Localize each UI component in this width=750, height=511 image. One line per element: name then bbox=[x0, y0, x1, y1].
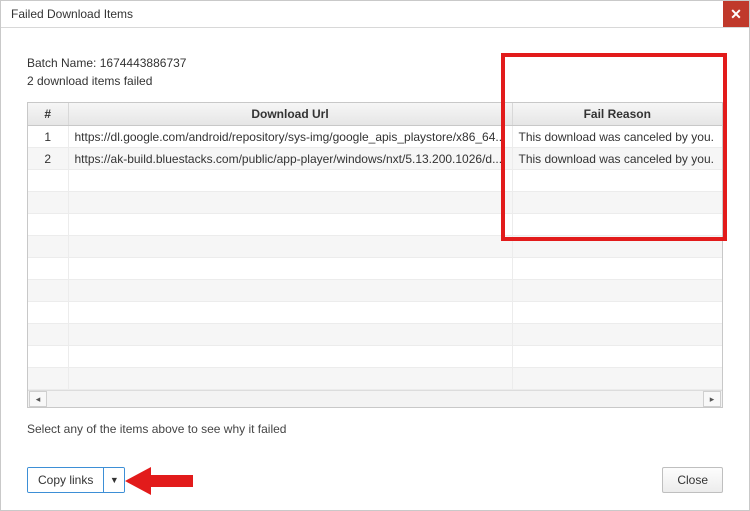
cell-reason: This download was canceled by you. bbox=[512, 126, 722, 148]
dialog-footer: Copy links ▼ Close bbox=[1, 450, 749, 510]
failed-download-dialog: Failed Download Items ✕ Batch Name: 1674… bbox=[0, 0, 750, 511]
batch-name-line: Batch Name: 1674443886737 bbox=[27, 54, 723, 72]
col-header-url[interactable]: Download Url bbox=[68, 103, 512, 126]
scroll-left-button[interactable]: ◂ bbox=[29, 391, 47, 407]
chevron-right-icon: ▸ bbox=[710, 394, 715, 405]
table-header-row: # Download Url Fail Reason bbox=[28, 103, 722, 126]
cell-index: 2 bbox=[28, 148, 68, 170]
table-row-empty bbox=[28, 280, 722, 302]
hint-text: Select any of the items above to see why… bbox=[27, 422, 723, 436]
scroll-track[interactable] bbox=[49, 392, 701, 406]
col-header-reason[interactable]: Fail Reason bbox=[512, 103, 722, 126]
table-row-empty bbox=[28, 302, 722, 324]
copy-links-split-button: Copy links ▼ bbox=[27, 467, 125, 493]
table-row-empty bbox=[28, 258, 722, 280]
table-row-empty bbox=[28, 368, 722, 390]
dialog-body: Batch Name: 1674443886737 2 download ite… bbox=[1, 28, 749, 450]
col-header-index[interactable]: # bbox=[28, 103, 68, 126]
close-button[interactable]: Close bbox=[662, 467, 723, 493]
copy-links-label: Copy links bbox=[38, 473, 93, 487]
table-row-empty bbox=[28, 170, 722, 192]
batch-meta: Batch Name: 1674443886737 2 download ite… bbox=[27, 54, 723, 90]
copy-links-dropdown-button[interactable]: ▼ bbox=[104, 468, 124, 492]
titlebar: Failed Download Items ✕ bbox=[1, 1, 749, 28]
chevron-left-icon: ◂ bbox=[36, 394, 41, 405]
table-row-empty bbox=[28, 214, 722, 236]
horizontal-scrollbar[interactable]: ◂ ▸ bbox=[28, 390, 722, 407]
cell-url: https://ak-build.bluestacks.com/public/a… bbox=[68, 148, 512, 170]
batch-name-value: 1674443886737 bbox=[100, 56, 187, 70]
scroll-right-button[interactable]: ▸ bbox=[703, 391, 721, 407]
window-title: Failed Download Items bbox=[11, 7, 133, 21]
batch-name-label: Batch Name: bbox=[27, 56, 96, 70]
downloads-table-container: # Download Url Fail Reason 1 https://dl.… bbox=[27, 102, 723, 408]
close-icon: ✕ bbox=[730, 7, 742, 21]
fail-summary: 2 download items failed bbox=[27, 72, 723, 90]
table-row-empty bbox=[28, 324, 722, 346]
cell-index: 1 bbox=[28, 126, 68, 148]
copy-links-button[interactable]: Copy links bbox=[28, 468, 104, 492]
downloads-table: # Download Url Fail Reason 1 https://dl.… bbox=[28, 103, 722, 390]
cell-reason: This download was canceled by you. bbox=[512, 148, 722, 170]
table-row-empty bbox=[28, 236, 722, 258]
table-row-empty bbox=[28, 346, 722, 368]
annotation-arrow-icon bbox=[125, 461, 195, 501]
window-close-button[interactable]: ✕ bbox=[723, 1, 749, 27]
table-row-empty bbox=[28, 192, 722, 214]
table-row[interactable]: 1 https://dl.google.com/android/reposito… bbox=[28, 126, 722, 148]
table-row[interactable]: 2 https://ak-build.bluestacks.com/public… bbox=[28, 148, 722, 170]
cell-url: https://dl.google.com/android/repository… bbox=[68, 126, 512, 148]
chevron-down-icon: ▼ bbox=[110, 475, 119, 485]
